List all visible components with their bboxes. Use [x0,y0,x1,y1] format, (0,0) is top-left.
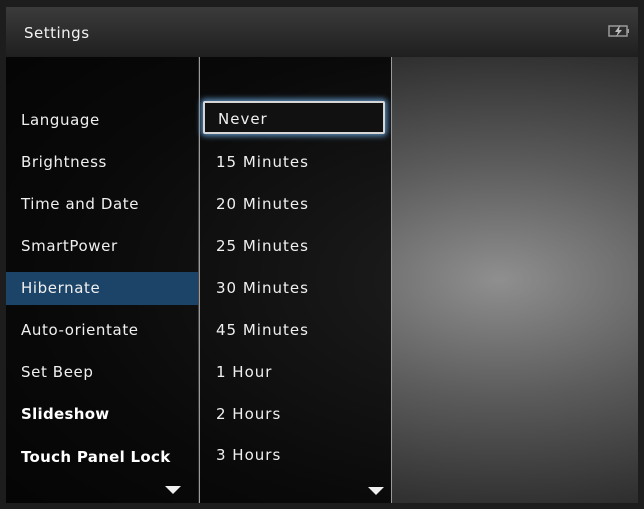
menu-item-set-beep[interactable]: Set Beep [6,356,198,389]
menu-item-time-and-date[interactable]: Time and Date [6,188,198,221]
option-15-minutes[interactable]: 15 Minutes [200,146,391,179]
option-25-minutes[interactable]: 25 Minutes [200,230,391,263]
menu-item-language[interactable]: Language [6,104,198,137]
battery-charging-icon [608,25,629,37]
menu-item-slideshow[interactable]: Slideshow [6,398,198,431]
option-45-minutes[interactable]: 45 Minutes [200,314,391,347]
option-1-hour[interactable]: 1 Hour [200,356,391,389]
title-bar: Settings [6,7,638,57]
option-30-minutes[interactable]: 30 Minutes [200,272,391,305]
menu-item-auto-orientate[interactable]: Auto-orientate [6,314,198,347]
settings-screen: Settings Language Brightness Time and Da… [6,7,638,503]
option-3-hours[interactable]: 3 Hours [200,439,391,472]
menu-item-smartpower[interactable]: SmartPower [6,230,198,263]
menu-item-touch-panel-lock[interactable]: Touch Panel Lock [6,441,198,474]
option-never[interactable]: Never [203,101,385,134]
menu-item-brightness[interactable]: Brightness [6,146,198,179]
menu-item-hibernate[interactable]: Hibernate [6,272,198,305]
hibernate-options: Never 15 Minutes 20 Minutes 25 Minutes 3… [199,57,392,503]
chevron-down-icon[interactable] [165,486,181,494]
option-2-hours[interactable]: 2 Hours [200,398,391,431]
option-20-minutes[interactable]: 20 Minutes [200,188,391,221]
page-title: Settings [24,24,90,42]
settings-menu: Language Brightness Time and Date SmartP… [6,57,198,503]
chevron-down-icon[interactable] [368,487,384,495]
